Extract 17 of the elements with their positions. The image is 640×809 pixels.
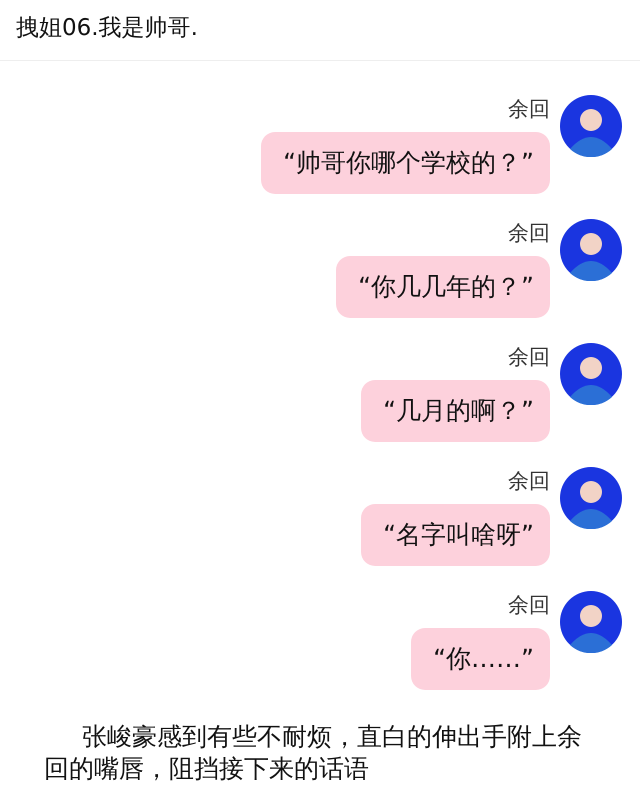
message-bubble: “帅哥你哪个学校的？”	[261, 132, 550, 194]
sender-name: 余回	[508, 468, 550, 494]
message-bubble: “名字叫啥呀”	[361, 504, 550, 566]
avatar-icon	[560, 591, 622, 653]
avatar-icon	[560, 95, 622, 157]
sender-name: 余回	[508, 592, 550, 618]
message-bubble: “你……”	[411, 628, 550, 690]
sender-name: 余回	[508, 344, 550, 370]
sender-name: 余回	[508, 220, 550, 246]
page-title: 拽姐06.我是帅哥.	[16, 15, 198, 41]
avatar-icon	[560, 467, 622, 529]
sender-name: 余回	[508, 96, 550, 122]
message-bubble: “几月的啊？”	[361, 380, 550, 442]
avatar-icon	[560, 343, 622, 405]
avatar-icon	[560, 219, 622, 281]
narration-text: 张峻豪感到有些不耐烦，直白的伸出手附上余回的嘴唇，阻挡接下来的话语	[44, 721, 583, 785]
message-bubble: “你几几年的？”	[336, 256, 550, 318]
